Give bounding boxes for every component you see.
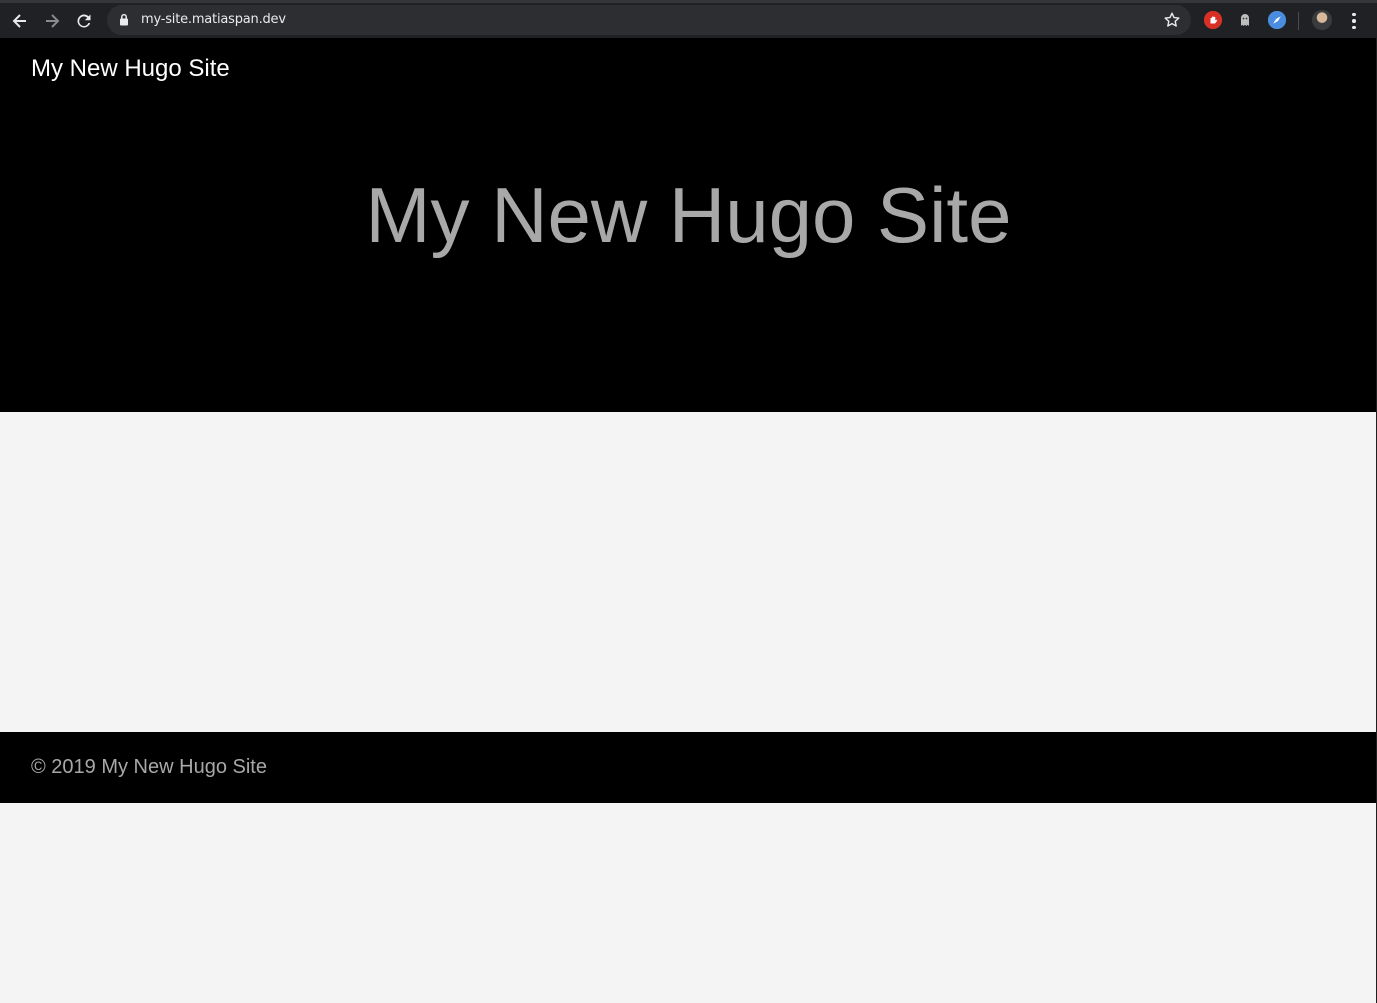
arrow-right-icon (46, 14, 60, 28)
reload-icon (77, 14, 91, 28)
profile-avatar[interactable] (1312, 10, 1332, 30)
back-button[interactable] (6, 7, 34, 35)
address-bar[interactable]: my-site.matiaspan.dev (107, 5, 1191, 35)
forward-button[interactable] (38, 7, 66, 35)
lock-icon (120, 13, 128, 26)
site-header: My New Hugo Site My New Hugo Site (0, 38, 1377, 412)
toolbar-separator (1298, 12, 1299, 30)
site-footer: © 2019 My New Hugo Site (0, 732, 1377, 803)
main-content (0, 412, 1377, 732)
site-brand-link[interactable]: My New Hugo Site (31, 55, 230, 83)
ghost-extension-icon[interactable] (1236, 11, 1254, 29)
stop-hand-extension-icon[interactable] (1204, 11, 1222, 29)
arrow-left-icon (12, 14, 26, 28)
compass-extension-icon[interactable] (1268, 11, 1286, 29)
star-icon[interactable] (1163, 11, 1181, 29)
url-text[interactable]: my-site.matiaspan.dev (141, 12, 286, 27)
hero-title: My New Hugo Site (365, 171, 1012, 259)
footer-copyright: © 2019 My New Hugo Site (31, 756, 267, 778)
browser-toolbar: my-site.matiaspan.dev (0, 0, 1377, 38)
kebab-menu-icon[interactable] (1346, 10, 1362, 32)
reload-button[interactable] (70, 7, 98, 35)
